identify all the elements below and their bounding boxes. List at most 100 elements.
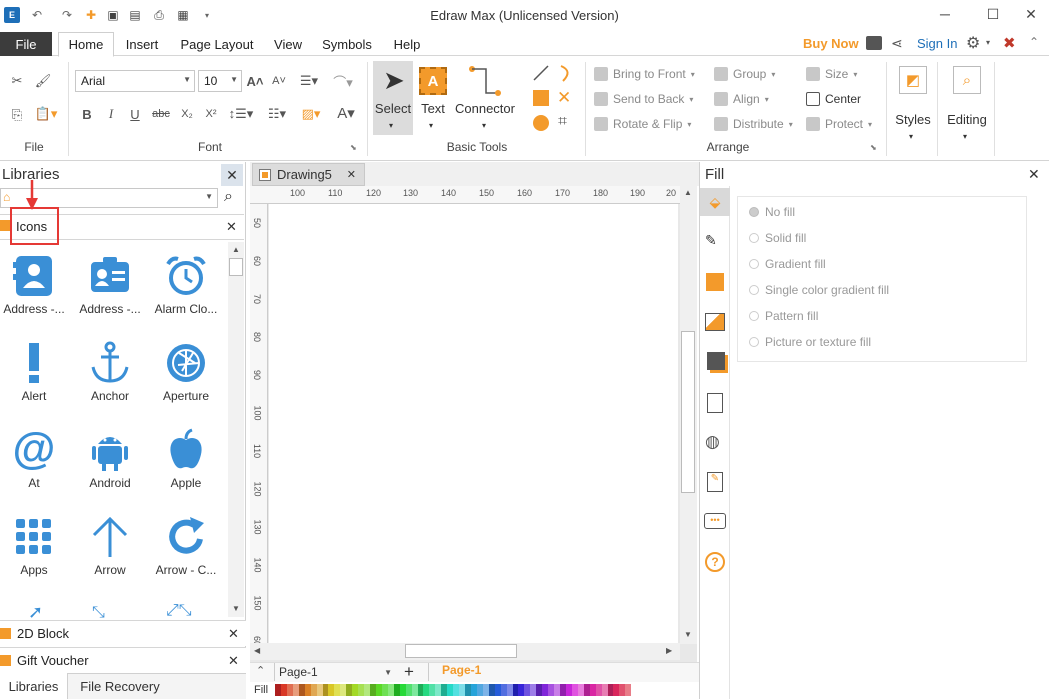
search-icon[interactable]: ⌕ — [224, 188, 233, 206]
image-icon[interactable] — [705, 313, 725, 331]
maximize-button[interactable]: ☐ — [978, 4, 1008, 24]
library-item[interactable]: Address -... — [74, 254, 146, 340]
comment-icon[interactable]: ••• — [704, 513, 726, 529]
copy-icon[interactable]: ⎘ — [8, 106, 26, 124]
decrease-font-icon[interactable]: A˅ — [270, 72, 288, 90]
line-pen-icon[interactable]: ✎ — [705, 232, 725, 252]
undo-icon[interactable]: ↶ — [28, 6, 46, 24]
library-scroll-thumb[interactable] — [229, 258, 243, 276]
font-dialog-launcher-icon[interactable]: ⬊ — [350, 143, 357, 152]
tab-symbols[interactable]: Symbols — [316, 32, 378, 57]
library-item[interactable]: @ At — [0, 427, 70, 514]
arc-tool-icon[interactable] — [557, 63, 575, 83]
send-to-back-button[interactable]: Send to Back ▾ — [594, 90, 693, 108]
scroll-right-icon[interactable]: ▶ — [666, 646, 672, 655]
minimize-button[interactable]: ─ — [930, 4, 960, 24]
rectangle-tool-icon[interactable] — [533, 90, 549, 106]
line-spacing-icon[interactable]: ↕☰▾ — [226, 106, 256, 122]
tab-home[interactable]: Home — [58, 32, 114, 57]
rotate-flip-button[interactable]: Rotate & Flip ▾ — [594, 115, 691, 133]
strikethrough-icon[interactable]: abc — [150, 106, 172, 122]
center-button[interactable]: Center — [806, 90, 861, 108]
library-item[interactable]: Apple — [150, 428, 222, 514]
library-item[interactable]: Android — [74, 428, 146, 514]
quick-access-menu-icon[interactable]: ▾ — [198, 6, 216, 24]
text-direction-icon[interactable]: ⌒▾ — [328, 72, 358, 90]
scroll-down-icon[interactable]: ▼ — [232, 604, 240, 613]
format-painter-icon[interactable]: 🖌 — [34, 72, 52, 90]
page-selector-dropdown[interactable]: Page-1 ▼ — [274, 663, 396, 681]
library-item[interactable]: Address -... — [0, 254, 70, 340]
font-family-dropdown[interactable]: Arial ▼ — [75, 70, 195, 92]
print-icon[interactable]: ⎙ — [150, 6, 168, 24]
close-category-icon[interactable]: ✕ — [226, 219, 237, 235]
tab-libraries[interactable]: Libraries — [0, 673, 68, 699]
fill-option-solid[interactable]: Solid fill — [749, 225, 806, 251]
size-button[interactable]: Size ▾ — [806, 65, 857, 83]
italic-icon[interactable]: I — [104, 106, 118, 122]
canvas-hscroll-thumb[interactable] — [405, 644, 517, 658]
library-gift-voucher[interactable]: Gift Voucher ✕ — [0, 647, 246, 673]
shadow-color-icon[interactable] — [706, 273, 724, 291]
cut-icon[interactable]: ✂ — [8, 72, 26, 90]
protect-button[interactable]: Protect ▾ — [806, 115, 872, 133]
scroll-down-icon[interactable]: ▼ — [684, 630, 692, 639]
scroll-left-icon[interactable]: ◀ — [254, 646, 260, 655]
cart-icon[interactable] — [866, 36, 882, 50]
open-folder-icon[interactable]: ▣ — [104, 6, 122, 24]
bullet-list-icon[interactable]: ☷▾ — [262, 106, 292, 122]
close-library-icon[interactable]: ✕ — [228, 626, 239, 642]
increase-font-icon[interactable]: A˄ — [246, 72, 264, 90]
hyperlink-globe-icon[interactable]: ◍ — [705, 432, 720, 452]
library-2d-block[interactable]: 2D Block ✕ — [0, 620, 246, 646]
text-tool-button[interactable]: A Text ▾ — [416, 61, 450, 135]
collapse-pages-icon[interactable]: ⌃ — [256, 664, 265, 677]
note-icon[interactable]: ✎ — [707, 472, 723, 492]
library-item[interactable]: Aperture — [150, 341, 222, 427]
paste-icon[interactable]: 📋▾ — [32, 104, 60, 124]
library-item[interactable]: Alarm Clo... — [150, 254, 222, 340]
text-background-icon[interactable]: ▨▾ — [296, 106, 326, 122]
fill-bucket-icon[interactable]: ⬙ — [700, 188, 730, 216]
canvas-scroll-thumb[interactable] — [681, 331, 695, 493]
color-swatch[interactable] — [625, 684, 632, 696]
add-page-button[interactable]: + — [404, 662, 414, 682]
library-item[interactable]: Alert — [0, 341, 70, 427]
line-tool-icon[interactable] — [532, 64, 550, 82]
align-button[interactable]: Align ▾ — [714, 90, 769, 108]
distribute-button[interactable]: Distribute ▾ — [714, 115, 793, 133]
fill-option-gradient[interactable]: Gradient fill — [749, 251, 826, 277]
fill-option-no-fill[interactable]: No fill — [749, 199, 795, 225]
group-button[interactable]: Group ▾ — [714, 65, 775, 83]
library-item[interactable]: Anchor — [74, 341, 146, 427]
save-icon[interactable]: ▤ — [126, 6, 144, 24]
subscript-icon[interactable]: X₂ — [178, 106, 196, 122]
export-icon[interactable]: ▦ — [174, 6, 192, 24]
page-tab-active[interactable]: Page-1 — [428, 663, 498, 681]
arrange-dialog-launcher-icon[interactable]: ⬊ — [870, 143, 877, 152]
superscript-icon[interactable]: X² — [202, 106, 220, 122]
drawing-page[interactable] — [269, 204, 678, 659]
cross-tool-icon[interactable]: ✕ — [557, 88, 571, 108]
fill-option-single-color-gradient[interactable]: Single color gradient fill — [749, 277, 889, 303]
underline-icon[interactable]: U — [128, 106, 142, 122]
connector-tool-button[interactable]: Connector ▾ — [454, 61, 516, 135]
bold-icon[interactable]: B — [80, 106, 94, 122]
scroll-up-icon[interactable]: ▲ — [232, 245, 240, 254]
canvas-horizontal-scrollbar[interactable]: ◀ ▶ — [250, 643, 680, 660]
redo-icon[interactable]: ↷ — [58, 6, 76, 24]
settings-gear-icon[interactable]: ⚙ — [966, 33, 980, 53]
buy-now-link[interactable]: Buy Now — [803, 36, 859, 51]
text-align-icon[interactable]: ☰▾ — [296, 72, 322, 90]
tab-page-layout[interactable]: Page Layout — [174, 32, 260, 57]
color-palette[interactable] — [275, 684, 632, 696]
font-color-icon[interactable]: A▾ — [332, 104, 360, 122]
library-item[interactable]: Arrow — [74, 515, 146, 601]
collapse-ribbon-icon[interactable]: ⌃ — [1029, 35, 1039, 49]
font-size-dropdown[interactable]: 10 ▼ — [198, 70, 242, 92]
close-library-icon[interactable]: ✕ — [228, 653, 239, 669]
tab-view[interactable]: View — [268, 32, 308, 57]
sign-in-link[interactable]: Sign In — [917, 36, 957, 51]
share-icon[interactable]: ⋖ — [891, 35, 903, 52]
close-libraries-button[interactable]: ✕ — [221, 164, 243, 186]
